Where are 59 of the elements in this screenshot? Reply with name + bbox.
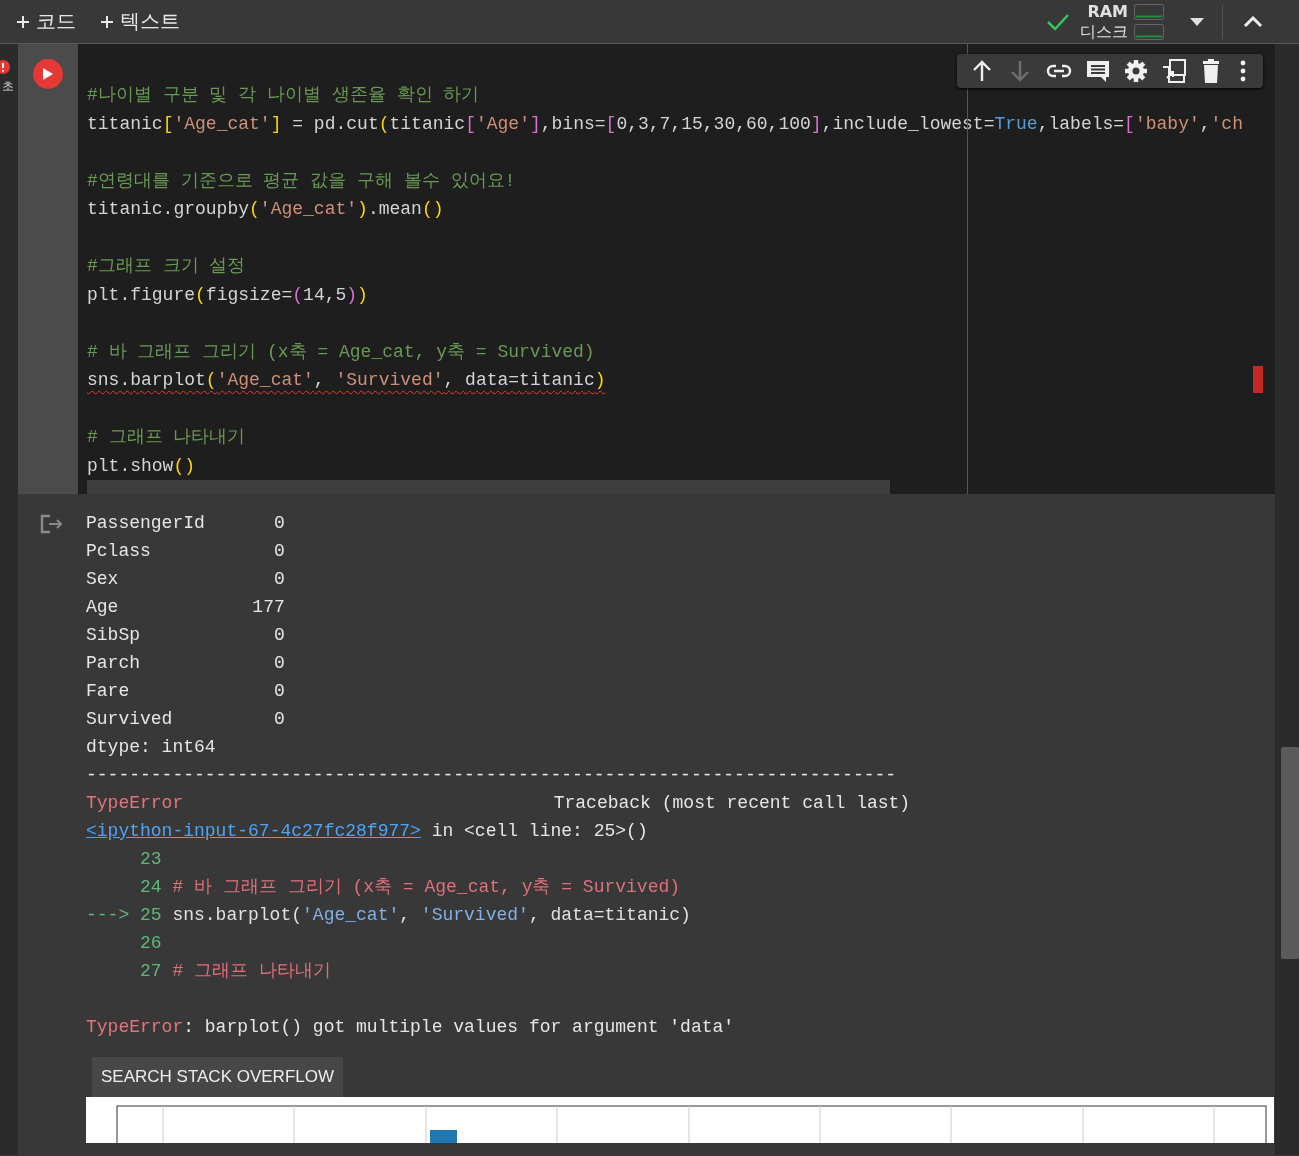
code-line: # 바 그래프 그리기 (x축 = Age_cat, y축 = Survived) — [87, 340, 595, 364]
play-icon — [43, 68, 53, 80]
series-value: 177 — [252, 596, 285, 619]
error-name: TypeError — [86, 792, 184, 815]
error-message: TypeError: barplot() got multiple values for argument 'data' — [86, 1016, 735, 1039]
series-label: Parch — [86, 652, 141, 675]
plus-icon — [16, 14, 30, 29]
code-line: titanic['Age_cat'] = pd.cut(titanic['Age'],bins=[0,3,7,15,30,60,100],include_lowest=True,labels=['baby','ch — [87, 112, 1243, 136]
series-label: Sex — [86, 568, 120, 591]
resource-label: 디스크 — [1080, 22, 1128, 41]
series-label: Age — [86, 596, 120, 619]
code-line: plt.figure(figsize=(14,5)) — [87, 283, 368, 307]
traceback-line: 27 # 그래프 나타내기 — [139, 960, 332, 983]
caret-icon — [1190, 17, 1204, 26]
insert-button[interactable]: 코드 — [10, 6, 82, 37]
gutter-label: 초 — [2, 78, 15, 94]
traceback-header: Traceback (most recent call last) — [553, 792, 911, 815]
usage-graph-icon — [1134, 23, 1164, 40]
series-value: 0 — [272, 680, 285, 703]
code-line: # 그래프 나타내기 — [87, 426, 246, 449]
series-value: 0 — [272, 568, 285, 591]
traceback-line: ---> 25 sns.barplot('Age_cat', 'Survived', data=titanic) — [86, 904, 692, 927]
gear-icon[interactable] — [1124, 59, 1148, 83]
series-label: Survived — [86, 708, 174, 731]
source-location: in <cell line: 25>() — [431, 821, 648, 841]
usage-graph-icon — [1134, 3, 1164, 20]
separator-text: --------------------------------------------------------------------------- — [86, 764, 897, 787]
scrollbar-thumb[interactable] — [1281, 747, 1299, 959]
series-value: 0 — [272, 540, 285, 563]
trash-icon[interactable] — [1200, 59, 1222, 83]
series-label: PassengerId — [86, 512, 206, 535]
comment-icon[interactable] — [1086, 59, 1110, 83]
traceback-line: 24 # 바 그래프 그리기 (x축 = Age_cat, y축 = Survived) — [139, 876, 682, 899]
traceback-line: 23 — [139, 848, 163, 871]
series-label: Pclass — [86, 540, 152, 563]
chevron-up-icon — [1243, 15, 1263, 28]
source-link[interactable]: <ipython-input-67-4c27fc28f977> — [86, 821, 421, 841]
resource-label: RAM — [1086, 2, 1128, 21]
run-button[interactable] — [33, 59, 63, 89]
series-label: Fare — [86, 680, 131, 703]
code-line: #연령대를 기준으로 평균 값을 구해 볼수 있어요! — [87, 169, 516, 193]
dtype-text: dtype: int64 — [86, 736, 216, 759]
code-line: #나이별 구분 및 각 나이별 생존율 확인 하기 — [87, 84, 480, 107]
mirror-cell-icon[interactable] — [1162, 59, 1186, 83]
search-stack-overflow-button[interactable]: SEARCH STACK OVERFLOW — [92, 1057, 343, 1097]
series-value: 0 — [272, 624, 285, 647]
series-value: 0 — [272, 708, 285, 731]
series-value: 0 — [272, 652, 285, 675]
output-icon — [40, 514, 64, 534]
insert-button[interactable]: 텍스트 — [94, 6, 186, 37]
code-line: #그래프 크기 설정 — [87, 255, 246, 278]
series-value: 0 — [272, 512, 285, 535]
traceback-line: 26 — [139, 932, 163, 955]
series-label: SibSp — [86, 624, 141, 647]
code-line: titanic.groupby('Age_cat').mean() — [87, 198, 444, 221]
code-line: sns.barplot('Age_cat', 'Survived', data=titanic) — [87, 369, 606, 392]
plus-icon — [100, 14, 114, 29]
code-line: plt.show() — [87, 454, 196, 478]
horizontal-scrollbar[interactable] — [87, 480, 890, 494]
